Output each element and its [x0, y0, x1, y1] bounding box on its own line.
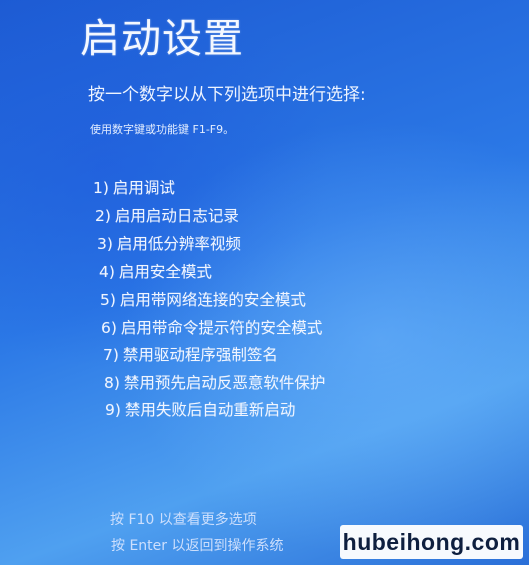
option-disable-early-antimalware[interactable]: 8) 禁用预先启动反恶意软件保护	[104, 371, 325, 393]
page-title: 启动设置	[80, 16, 244, 62]
option-number: 3)	[97, 235, 113, 253]
option-number: 8)	[104, 374, 120, 392]
option-label: 禁用预先启动反恶意软件保护	[123, 374, 326, 392]
option-label: 启用调试	[112, 179, 175, 197]
boot-settings-screen: 启动设置 按一个数字以从下列选项中进行选择: 使用数字键或功能键 F1-F9。 …	[0, 0, 529, 565]
option-enable-debugging[interactable]: 1) 启用调试	[93, 176, 175, 198]
option-number: 4)	[99, 263, 115, 281]
option-disable-driver-signature[interactable]: 7) 禁用驱动程序强制签名	[103, 343, 278, 365]
watermark-logo: hubeihong.com	[340, 525, 523, 559]
option-enable-low-resolution-video[interactable]: 3) 启用低分辨率视频	[97, 232, 241, 254]
return-to-os-hint: 按 Enter 以返回到操作系统	[111, 538, 284, 554]
key-hint-text: 使用数字键或功能键 F1-F9。	[90, 123, 235, 136]
option-number: 7)	[103, 346, 119, 364]
option-label: 启用低分辨率视频	[116, 235, 241, 253]
option-number: 2)	[95, 207, 111, 225]
option-safe-mode-command-prompt[interactable]: 6) 启用带命令提示符的安全模式	[101, 316, 322, 338]
option-number: 6)	[101, 319, 117, 337]
more-options-hint: 按 F10 以查看更多选项	[110, 512, 257, 528]
instruction-text: 按一个数字以从下列选项中进行选择:	[88, 85, 366, 105]
option-number: 5)	[100, 291, 116, 309]
option-label: 启用安全模式	[118, 263, 212, 281]
option-safe-mode-networking[interactable]: 5) 启用带网络连接的安全模式	[100, 288, 306, 310]
option-label: 启用带命令提示符的安全模式	[120, 319, 323, 337]
option-label: 启用启动日志记录	[114, 207, 239, 225]
option-enable-boot-logging[interactable]: 2) 启用启动日志记录	[95, 204, 239, 226]
option-label: 禁用失败后自动重新启动	[124, 401, 296, 419]
option-label: 启用带网络连接的安全模式	[119, 291, 306, 309]
option-number: 1)	[93, 179, 109, 197]
option-number: 9)	[105, 401, 121, 419]
option-label: 禁用驱动程序强制签名	[122, 346, 278, 364]
option-disable-auto-restart[interactable]: 9) 禁用失败后自动重新启动	[105, 398, 295, 420]
option-enable-safe-mode[interactable]: 4) 启用安全模式	[99, 260, 212, 282]
